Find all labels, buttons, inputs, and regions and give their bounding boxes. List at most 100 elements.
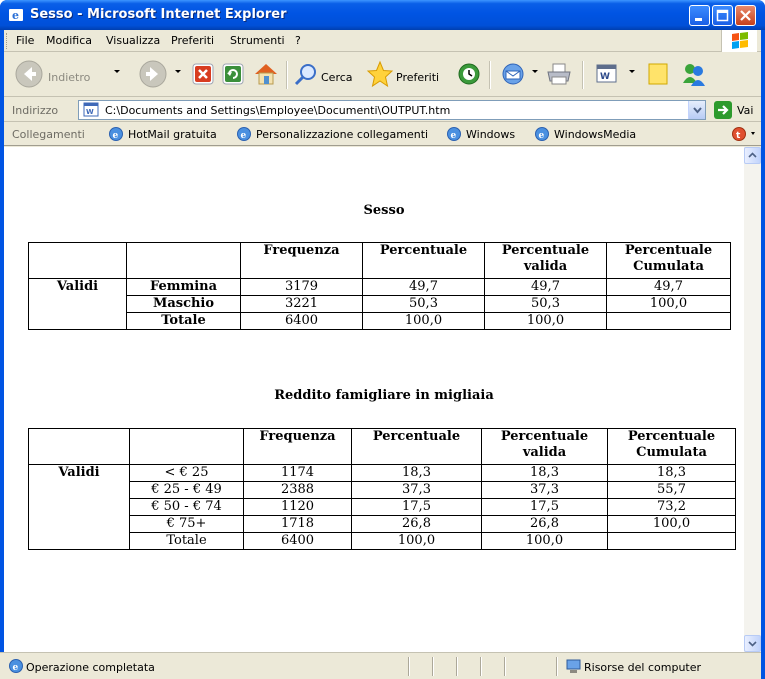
maximize-button[interactable] — [712, 5, 733, 26]
research-button[interactable]: t — [730, 125, 758, 143]
page-content: Sesso Frequenza Percentuale Percentuale … — [4, 147, 748, 652]
cell-percentuale: 26,8 — [351, 515, 482, 533]
discuss-button[interactable] — [645, 57, 673, 93]
star-icon — [366, 60, 394, 88]
cell-frequenza: 1174 — [243, 464, 352, 482]
menu-file[interactable]: File — [16, 34, 34, 47]
ie-page-icon: e — [535, 127, 549, 141]
ie-page-icon: e — [237, 127, 251, 141]
forward-arrow-icon — [139, 60, 167, 88]
group-spacer — [28, 515, 130, 533]
status-bar: e Operazione completata Risorse del comp… — [0, 652, 761, 679]
cell-frequenza: 6400 — [243, 532, 352, 550]
edit-button[interactable]: W — [594, 57, 622, 93]
status-separator — [556, 657, 558, 676]
header-empty — [129, 428, 244, 465]
table-row: € 25 - € 49 2388 37,3 37,3 55,7 — [28, 481, 736, 499]
forward-dropdown-icon[interactable] — [175, 70, 181, 73]
search-button[interactable]: Cerca — [293, 57, 359, 93]
table-row: Validi < € 25 1174 18,3 18,3 18,3 — [28, 464, 736, 482]
go-button[interactable] — [714, 101, 732, 119]
go-arrow-icon — [718, 105, 729, 115]
back-label: Indietro — [48, 71, 91, 84]
cell-percentuale: 49,7 — [362, 278, 485, 296]
translate-icon: t — [732, 127, 755, 141]
cell-frequenza: 2388 — [243, 481, 352, 499]
header-percentuale-cumulata: Percentuale Cumulata — [607, 428, 736, 465]
menu-preferiti[interactable]: Preferiti — [171, 34, 214, 47]
windows-logo — [721, 30, 757, 52]
header-frequenza: Frequenza — [240, 242, 363, 279]
computer-icon — [566, 659, 581, 673]
home-button[interactable] — [252, 57, 280, 93]
mail-dropdown-icon[interactable] — [532, 70, 538, 73]
browser-window: e Sesso - Microsoft Internet Explorer Fi… — [0, 0, 765, 679]
cell-cumulata: 18,3 — [607, 464, 736, 482]
row-label: Totale — [126, 312, 241, 330]
edit-dropdown-icon[interactable] — [629, 70, 635, 73]
address-label: Indirizzo — [12, 104, 59, 117]
group-spacer — [28, 481, 130, 499]
row-label: Maschio — [126, 295, 241, 313]
cell-cumulata — [607, 532, 736, 550]
toolbar-separator — [582, 61, 584, 89]
back-dropdown-icon[interactable] — [114, 70, 120, 73]
menu-visualizza[interactable]: Visualizza — [106, 34, 160, 47]
scroll-down-button[interactable] — [744, 635, 761, 652]
row-label: € 75+ — [129, 515, 244, 533]
menu-strumenti[interactable]: Strumenti — [230, 34, 285, 47]
address-dropdown-button[interactable] — [688, 101, 705, 119]
menu-modifica[interactable]: Modifica — [46, 34, 92, 47]
cell-frequenza: 1120 — [243, 498, 352, 516]
header-empty — [28, 428, 130, 465]
printer-icon — [547, 63, 571, 85]
link-windowsmedia-label: WindowsMedia — [554, 128, 637, 141]
refresh-button[interactable] — [220, 57, 246, 93]
header-percentuale: Percentuale — [351, 428, 482, 465]
zone-text: Risorse del computer — [584, 661, 702, 674]
address-input[interactable]: W C:\Documents and Settings\Employee\Doc… — [78, 100, 706, 120]
table-row: Totale 6400 100,0 100,0 — [28, 312, 731, 330]
minimize-button[interactable] — [689, 5, 710, 26]
close-button[interactable] — [735, 5, 756, 26]
svg-text:W: W — [600, 72, 610, 82]
group-spacer — [28, 532, 130, 550]
table-row: € 50 - € 74 1120 17,5 17,5 73,2 — [28, 498, 736, 516]
messenger-button[interactable] — [679, 57, 709, 93]
go-label[interactable]: Vai — [737, 104, 753, 117]
menu-help[interactable]: ? — [295, 34, 301, 47]
mail-button[interactable] — [499, 57, 527, 93]
header-percentuale-valida: Percentuale valida — [484, 242, 607, 279]
status-separator — [432, 657, 434, 676]
table2-title: Reddito famigliare in migliaia — [274, 388, 494, 403]
cell-percentuale: 100,0 — [362, 312, 485, 330]
table-row: Totale 6400 100,0 100,0 — [28, 532, 736, 550]
print-button[interactable] — [544, 57, 574, 93]
title-bar[interactable]: e Sesso - Microsoft Internet Explorer — [0, 0, 765, 30]
svg-text:W: W — [86, 108, 94, 116]
cell-cumulata — [606, 312, 731, 330]
favorites-button[interactable]: Preferiti — [366, 57, 446, 93]
vertical-scrollbar[interactable] — [744, 147, 761, 652]
back-button[interactable]: Indietro — [14, 57, 94, 93]
status-separator — [480, 657, 482, 676]
header-percentuale: Percentuale — [362, 242, 485, 279]
status-separator — [408, 657, 410, 676]
table-header-row: Frequenza Percentuale Percentuale valida… — [28, 242, 731, 279]
search-label: Cerca — [321, 71, 353, 84]
back-arrow-icon — [15, 60, 43, 88]
svg-text:e: e — [241, 131, 247, 141]
word-icon: W — [596, 64, 617, 83]
cell-valida: 26,8 — [481, 515, 608, 533]
history-button[interactable] — [455, 57, 483, 93]
cell-valida: 50,3 — [484, 295, 607, 313]
ie-logo-icon: e — [9, 9, 23, 22]
row-label: Femmina — [126, 278, 241, 296]
window-title: Sesso - Microsoft Internet Explorer — [30, 7, 287, 22]
scroll-up-button[interactable] — [744, 147, 761, 164]
ie-page-icon: e — [109, 127, 123, 141]
page-icon: W — [83, 102, 99, 117]
stop-button[interactable] — [190, 57, 216, 93]
forward-button[interactable] — [138, 57, 170, 93]
group-spacer — [28, 295, 127, 313]
